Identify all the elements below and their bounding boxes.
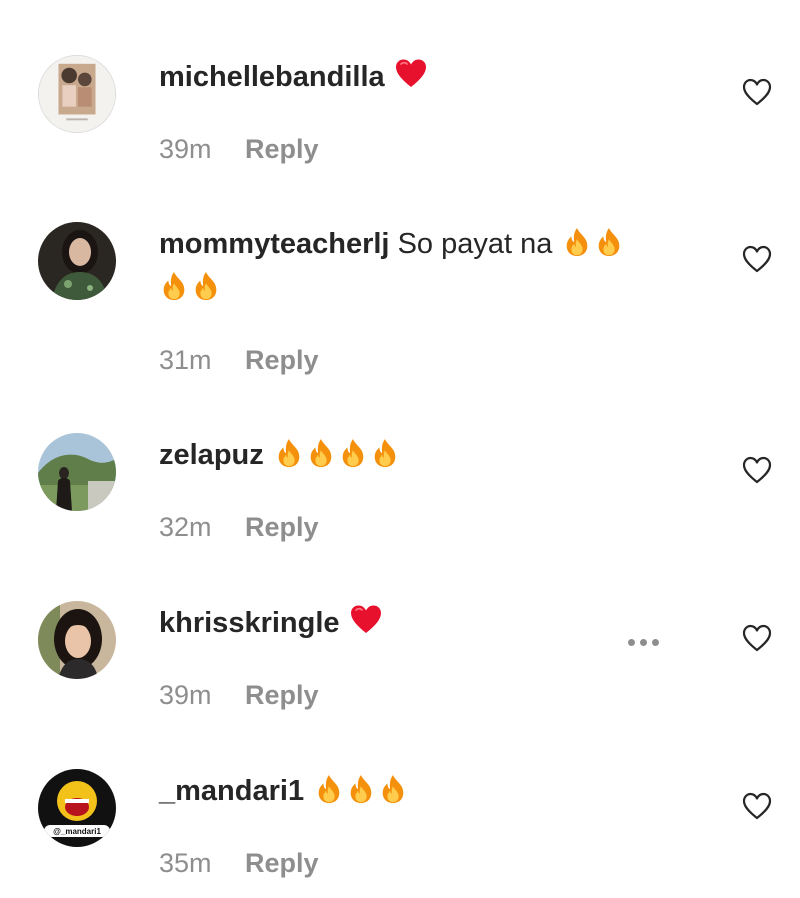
comment-username[interactable]: michellebandilla xyxy=(159,61,385,93)
like-heart-icon[interactable] xyxy=(741,623,773,653)
avatar[interactable] xyxy=(38,222,116,300)
comment-text-line: mommyteacherlj So payat na xyxy=(159,222,719,266)
comment-text-line: michellebandilla xyxy=(159,55,719,99)
comment-text-line xyxy=(159,266,719,310)
fire-emoji xyxy=(274,438,304,468)
reply-button[interactable]: Reply xyxy=(245,345,319,375)
avatar[interactable] xyxy=(38,601,116,679)
comment-meta: 35m Reply xyxy=(159,847,319,879)
comment-timestamp: 32m xyxy=(159,512,212,542)
comment-body: mommyteacherlj So payat na 31m Reply xyxy=(159,222,719,375)
fire-emoji xyxy=(306,438,336,468)
fire-emoji xyxy=(370,438,400,468)
fire-emoji xyxy=(159,271,189,301)
comment-meta: 39m Reply xyxy=(159,679,319,711)
comment-meta: 31m Reply xyxy=(159,344,319,376)
comment-body: michellebandilla 39m Reply xyxy=(159,55,719,164)
fire-emoji xyxy=(338,438,368,468)
avatar-label: @_mandari1 xyxy=(53,827,101,836)
more-options-icon[interactable] xyxy=(628,633,664,646)
fire-emoji xyxy=(314,774,344,804)
comment-text-line: _mandari1 xyxy=(159,769,719,813)
comment-body: zelapuz 32m Reply xyxy=(159,433,719,542)
comment-text: So payat na xyxy=(397,228,553,260)
avatar[interactable] xyxy=(38,55,116,133)
comment-meta: 39m Reply xyxy=(159,133,319,165)
comments-list: michellebandilla 39m Reply mommyteacherl… xyxy=(0,0,800,898)
reply-button[interactable]: Reply xyxy=(245,848,319,878)
avatar[interactable] xyxy=(38,433,116,511)
comment-timestamp: 39m xyxy=(159,134,212,164)
comment-timestamp: 39m xyxy=(159,680,212,710)
comment-meta: 32m Reply xyxy=(159,511,319,543)
reply-button[interactable]: Reply xyxy=(245,512,319,542)
comment-username[interactable]: khrisskringle xyxy=(159,607,340,639)
fire-emoji xyxy=(594,227,624,257)
fire-emoji xyxy=(191,271,221,301)
comment-timestamp: 35m xyxy=(159,848,212,878)
like-heart-icon[interactable] xyxy=(741,791,773,821)
avatar[interactable]: @_mandari1 xyxy=(38,769,116,847)
red-heart-emoji xyxy=(350,604,382,636)
reply-button[interactable]: Reply xyxy=(245,680,319,710)
fire-emoji xyxy=(378,774,408,804)
comment-text-line: zelapuz xyxy=(159,433,719,477)
fire-emoji xyxy=(562,227,592,257)
comment-username[interactable]: _mandari1 xyxy=(159,775,304,807)
red-heart-emoji xyxy=(395,58,427,90)
fire-emoji xyxy=(346,774,376,804)
like-heart-icon[interactable] xyxy=(741,77,773,107)
comment-timestamp: 31m xyxy=(159,345,212,375)
like-heart-icon[interactable] xyxy=(741,244,773,274)
reply-button[interactable]: Reply xyxy=(245,134,319,164)
like-heart-icon[interactable] xyxy=(741,455,773,485)
comment-body: _mandari1 35m Reply xyxy=(159,769,719,878)
comment-username[interactable]: zelapuz xyxy=(159,439,264,471)
comment-username[interactable]: mommyteacherlj xyxy=(159,228,390,260)
